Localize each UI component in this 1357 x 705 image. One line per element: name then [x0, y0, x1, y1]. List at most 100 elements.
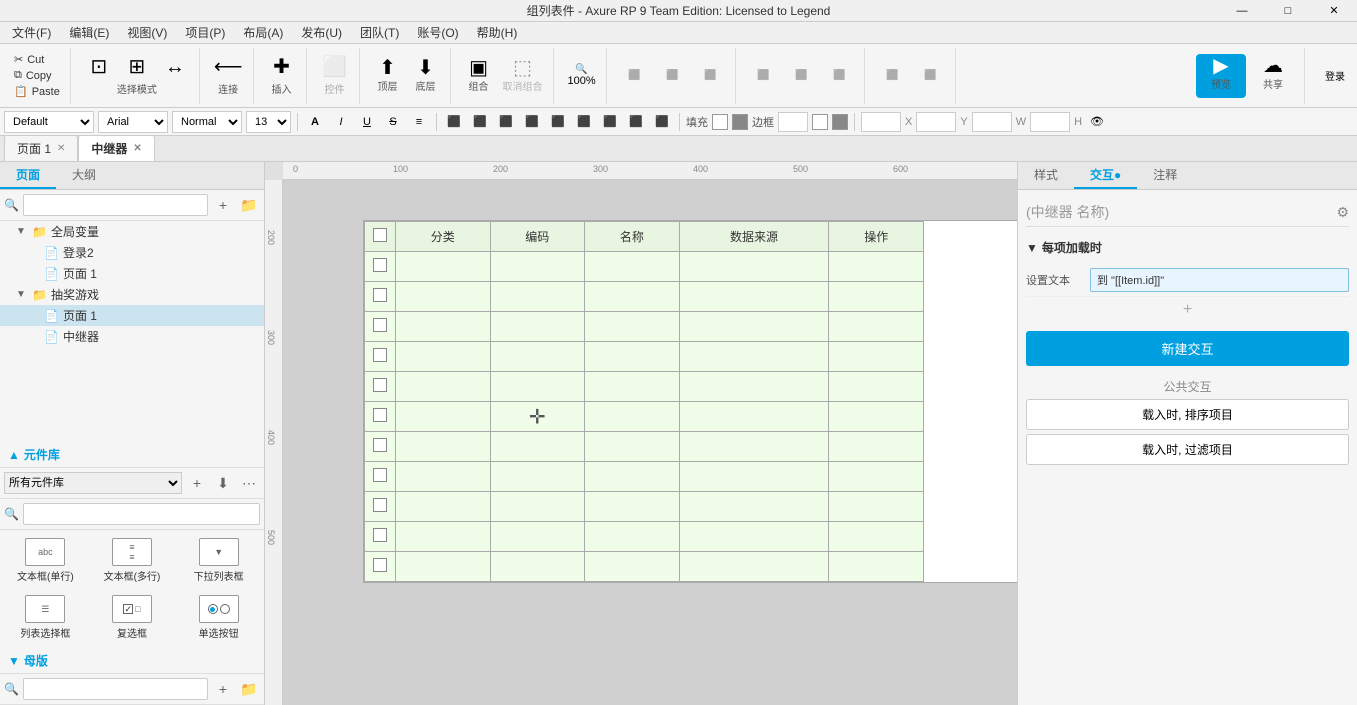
- component-dropdown[interactable]: ▼ 下拉列表框: [177, 534, 260, 587]
- top-layer-button[interactable]: ⬆ 顶层: [370, 56, 406, 95]
- control-button[interactable]: ⬜: [317, 55, 353, 79]
- add-interaction-icon[interactable]: +: [1183, 301, 1192, 318]
- list-button[interactable]: ≡: [408, 111, 430, 133]
- border-value-input[interactable]: 0: [778, 112, 808, 132]
- preview-button[interactable]: ▶ 预览: [1196, 54, 1246, 98]
- valign-bot-button[interactable]: ⬛: [599, 111, 621, 133]
- underline-button[interactable]: U: [356, 111, 378, 133]
- td-cb-11[interactable]: [365, 552, 396, 582]
- lock-aspect-button[interactable]: 👁: [1086, 111, 1108, 133]
- border-opacity[interactable]: [832, 114, 848, 130]
- td-cb-2[interactable]: [365, 282, 396, 312]
- align-center-button[interactable]: ⬛: [655, 68, 691, 83]
- menu-publish[interactable]: 发布(U): [293, 22, 350, 43]
- bold-button[interactable]: A: [304, 111, 326, 133]
- tree-item-page1[interactable]: 📄 页面 1: [0, 305, 264, 326]
- add-mother-button[interactable]: +: [212, 678, 234, 700]
- public-btn-sort[interactable]: 载入时, 排序项目: [1026, 399, 1349, 430]
- x-input[interactable]: 96: [861, 112, 901, 132]
- dist-bottom-button[interactable]: ⬛: [822, 68, 858, 83]
- tree-item-page1-global[interactable]: 📄 页面 1: [0, 263, 264, 284]
- menu-layout[interactable]: 布局(A): [235, 22, 291, 43]
- zoom-button[interactable]: 🔍 100%: [564, 62, 600, 89]
- component-listbox[interactable]: ☰ 列表选择框: [4, 591, 87, 644]
- w-input[interactable]: 330: [1030, 112, 1070, 132]
- menu-team[interactable]: 团队(T): [352, 22, 407, 43]
- paste-button[interactable]: 📋 Paste: [10, 84, 64, 99]
- component-radio[interactable]: 单选按钮: [177, 591, 260, 644]
- menu-view[interactable]: 视图(V): [119, 22, 175, 43]
- hdist-button[interactable]: ⬛: [875, 68, 911, 83]
- tree-item-global-var[interactable]: ▼ 📁 全局变量: [0, 221, 264, 242]
- tab-repeater-close[interactable]: ✕: [133, 143, 141, 154]
- bottom-layer-button[interactable]: ⬇ 底层: [408, 56, 444, 95]
- menu-project[interactable]: 项目(P): [177, 22, 233, 43]
- component-library-header[interactable]: ▲ 元件库: [0, 442, 264, 468]
- align-right-text-button[interactable]: ⬛: [495, 111, 517, 133]
- connect-button[interactable]: ⟵: [210, 55, 247, 79]
- interact-tab[interactable]: 交互●: [1074, 162, 1137, 189]
- maximize-button[interactable]: □: [1265, 0, 1311, 22]
- align-justify-text-button[interactable]: ⬛: [521, 111, 543, 133]
- align-right-button[interactable]: ⬛: [693, 68, 729, 83]
- login-button[interactable]: 登录: [1317, 66, 1353, 85]
- align-center-text-button[interactable]: ⬛: [469, 111, 491, 133]
- menu-file[interactable]: 文件(F): [4, 22, 59, 43]
- insert-button[interactable]: ✚: [264, 55, 300, 79]
- page-search-input[interactable]: [23, 194, 208, 216]
- canvas-content[interactable]: ⚡ 分类 编码 名称 数据来源 操作: [283, 180, 1017, 705]
- library-menu-button[interactable]: ⋯: [238, 472, 260, 494]
- td-cb-3[interactable]: [365, 312, 396, 342]
- td-cb-1[interactable]: [365, 252, 396, 282]
- tree-item-lottery[interactable]: ▼ 📁 抽奖游戏: [0, 284, 264, 305]
- table-widget[interactable]: ⚡ 分类 编码 名称 数据来源 操作: [363, 220, 1017, 583]
- group-button[interactable]: ▣ 组合: [461, 56, 497, 95]
- td-cb-9[interactable]: [365, 492, 396, 522]
- component-text-multi[interactable]: ≡≡ 文本框(多行): [91, 534, 174, 587]
- minimize-button[interactable]: —: [1219, 0, 1265, 22]
- align-left-button[interactable]: ⬛: [617, 68, 653, 83]
- td-cb-6[interactable]: [365, 402, 396, 432]
- mother-section-header[interactable]: ▼ 母版: [0, 648, 264, 674]
- menu-account[interactable]: 账号(O): [409, 22, 466, 43]
- add-folder-button[interactable]: 📁: [238, 194, 260, 216]
- share-button[interactable]: ☁ 共享: [1248, 54, 1298, 98]
- tab-page1[interactable]: 页面 1 ✕: [4, 135, 78, 161]
- fill-opacity[interactable]: [732, 114, 748, 130]
- text-dir2-button[interactable]: ⬛: [651, 111, 673, 133]
- valign-mid-button[interactable]: ⬛: [573, 111, 595, 133]
- close-button[interactable]: ✕: [1311, 0, 1357, 22]
- public-btn-filter[interactable]: 载入时, 过滤项目: [1026, 434, 1349, 465]
- fill-color[interactable]: [712, 114, 728, 130]
- tree-item-login2[interactable]: 📄 登录2: [0, 242, 264, 263]
- menu-edit[interactable]: 编辑(E): [61, 22, 117, 43]
- dist-mid-button[interactable]: ⬛: [784, 68, 820, 83]
- tree-item-repeater[interactable]: 📄 中继器: [0, 326, 264, 347]
- style-tab[interactable]: 样式: [1018, 162, 1074, 189]
- y-input[interactable]: 186: [916, 112, 956, 132]
- td-cb-10[interactable]: [365, 522, 396, 552]
- strikethrough-button[interactable]: S: [382, 111, 404, 133]
- font-size-select[interactable]: 13: [246, 111, 291, 133]
- td-cb-5[interactable]: [365, 372, 396, 402]
- copy-button[interactable]: ⧉ Copy: [10, 68, 56, 83]
- y2-input[interactable]: 549: [972, 112, 1012, 132]
- mother-folder-button[interactable]: 📁: [238, 678, 260, 700]
- style-select[interactable]: Default: [4, 111, 94, 133]
- tab-page1-close[interactable]: ✕: [57, 143, 65, 154]
- ungroup-button[interactable]: ⬚ 取消组合: [499, 56, 547, 95]
- td-cb-8[interactable]: [365, 462, 396, 492]
- mother-search-input[interactable]: [23, 678, 208, 700]
- td-cb-7[interactable]: [365, 432, 396, 462]
- library-search-input[interactable]: [23, 503, 260, 525]
- set-text-value[interactable]: 到 "[[Item.id]]": [1090, 268, 1349, 292]
- font-style-select[interactable]: Normal: [172, 111, 242, 133]
- dist-top-button[interactable]: ⬛: [746, 68, 782, 83]
- page-tab[interactable]: 页面: [0, 162, 56, 189]
- note-tab[interactable]: 注释: [1137, 162, 1193, 189]
- cut-button[interactable]: ✂ Cut: [10, 52, 48, 67]
- component-checkbox[interactable]: ✓ □ 复选框: [91, 591, 174, 644]
- vdist-button[interactable]: ⬛: [913, 68, 949, 83]
- settings-icon[interactable]: ⚙: [1336, 204, 1349, 221]
- text-dir-button[interactable]: ⬛: [625, 111, 647, 133]
